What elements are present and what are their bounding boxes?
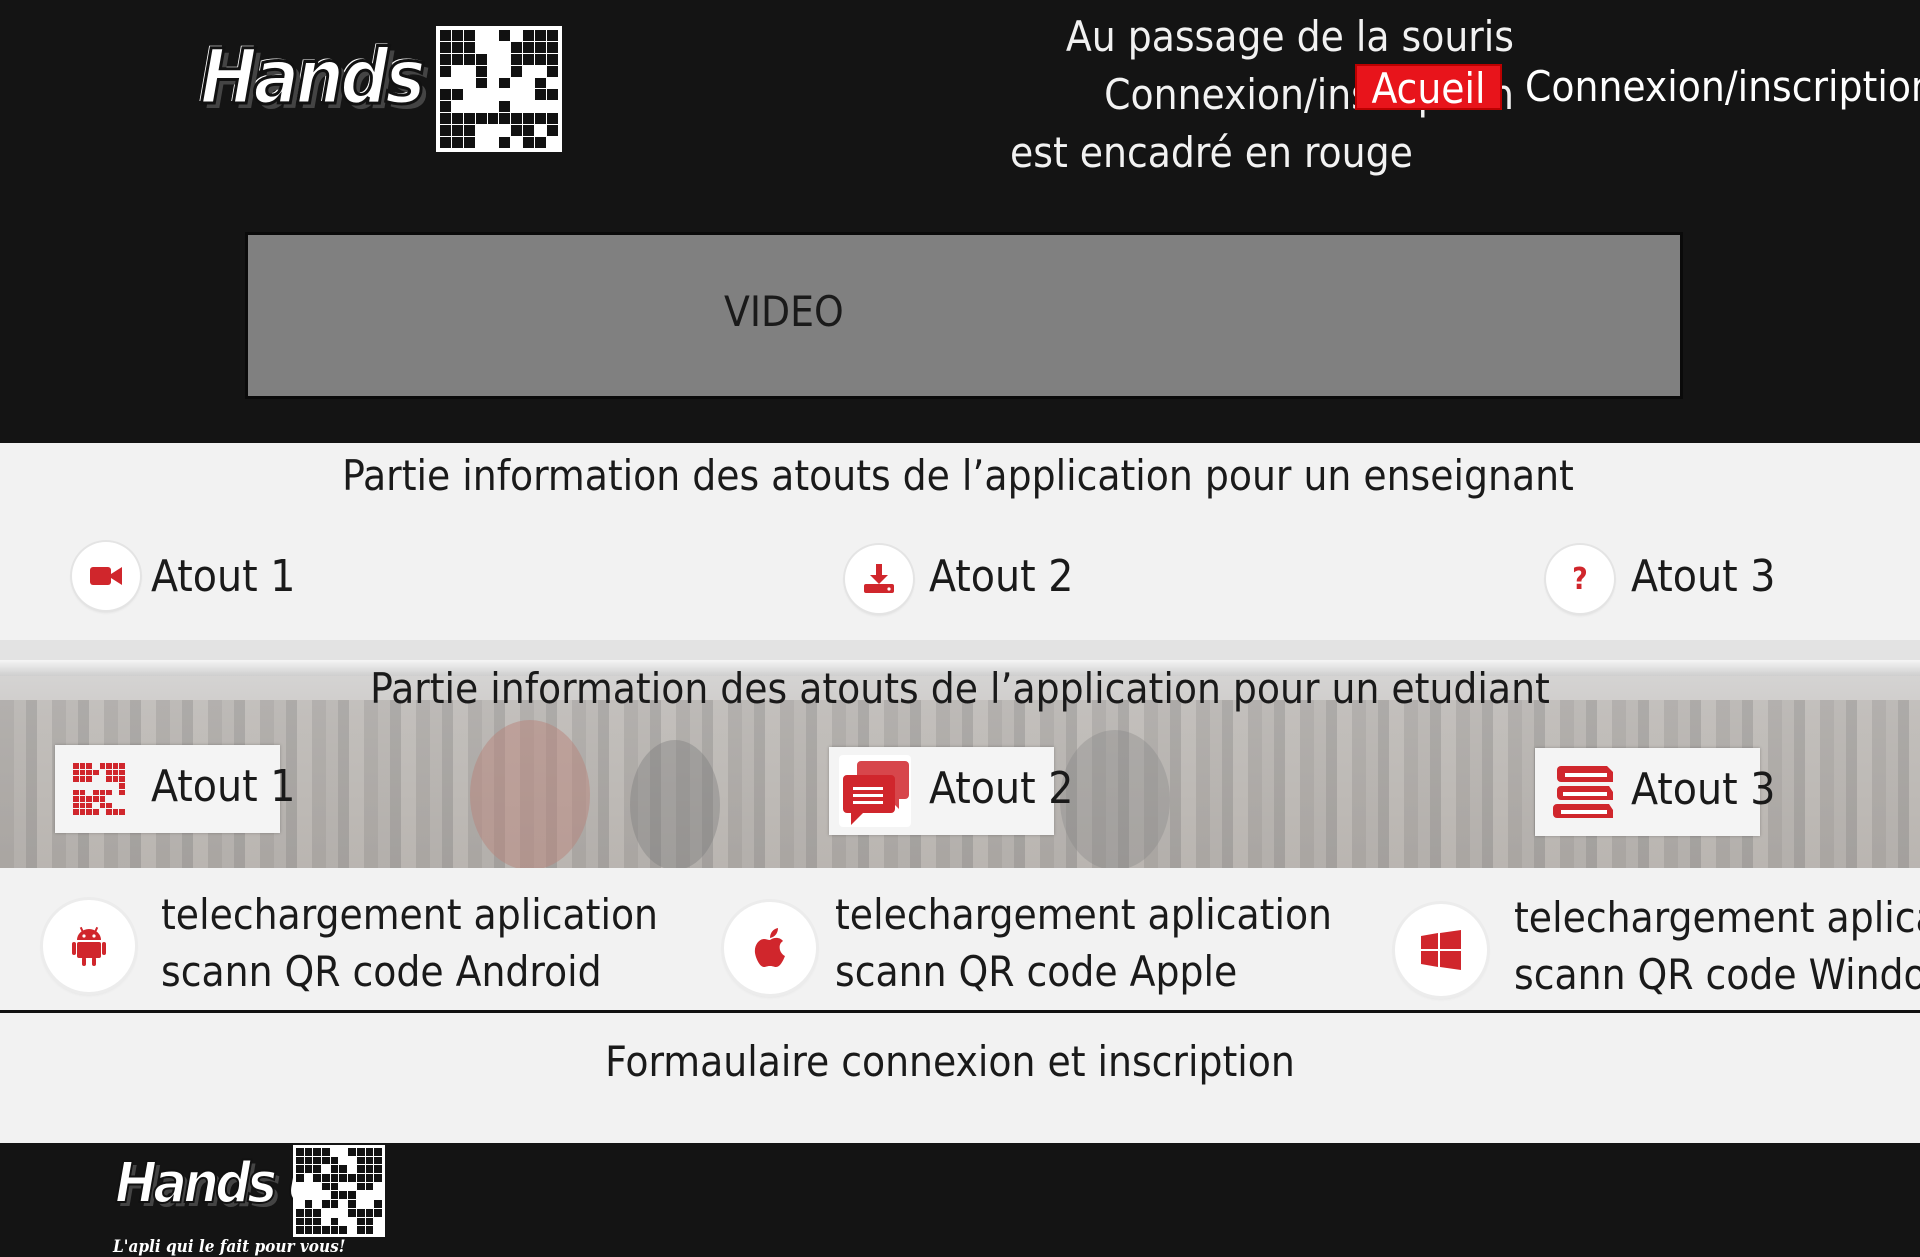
- windows-download-text: telechargement aplication scann QR code …: [1514, 889, 1920, 1003]
- teacher-item-2-badge: [845, 545, 913, 613]
- student-item-2-card: Atout 2: [829, 747, 1073, 835]
- windows-download-line1: telechargement aplication: [1514, 893, 1920, 942]
- mouse-hover-note-line2: est encadré en rouge: [1010, 128, 1413, 177]
- teacher-section-title: Partie information des atouts de l’appli…: [342, 451, 1574, 500]
- nav-home-button[interactable]: Acueil: [1355, 64, 1502, 112]
- teacher-item-3-badge: ?: [1546, 545, 1614, 613]
- logo-qr-code: [436, 26, 562, 152]
- chat-bubbles-icon: [839, 755, 911, 827]
- apple-icon: [754, 928, 785, 967]
- apple-download-text: telechargement aplication scann QR code …: [835, 886, 1332, 1000]
- student-item-2-label: Atout 2: [929, 763, 1074, 814]
- video-label: VIDEO: [724, 287, 844, 336]
- student-section: Partie information des atouts de l’appli…: [0, 640, 1920, 868]
- teacher-section: Partie information des atouts de l’appli…: [0, 443, 1920, 640]
- nav-login-link[interactable]: Connexion/inscription: [1525, 58, 1920, 116]
- android-download-line1: telechargement aplication: [161, 890, 659, 939]
- footer-logo[interactable]: Hands Up: [113, 1145, 393, 1237]
- student-item-1-card: Atout 1: [55, 745, 295, 833]
- download-icon: [864, 564, 894, 593]
- footer-logo-qr-code: [293, 1145, 385, 1237]
- qr-code-icon: [71, 761, 127, 817]
- apple-download-line2: scann QR code Apple: [835, 947, 1238, 996]
- apple-download-line1: telechargement aplication: [835, 890, 1333, 939]
- windows-download-line2: scann QR code Windows: [1514, 950, 1920, 999]
- android-icon: [72, 926, 106, 966]
- question-icon: ?: [1572, 561, 1588, 597]
- header-logo[interactable]: Hands Up: [196, 26, 562, 154]
- teacher-item-1-badge: [72, 542, 140, 610]
- video-placeholder[interactable]: VIDEO: [245, 232, 1683, 399]
- login-signup-form-section[interactable]: Formaulaire connexion et inscription: [0, 1010, 1920, 1140]
- android-download-text: telechargement aplication scann QR code …: [161, 886, 658, 1000]
- apple-download-badge[interactable]: [724, 902, 816, 994]
- footer: Hands Up L'apli qui le fait pour vous!: [0, 1140, 1920, 1257]
- android-download-badge[interactable]: [43, 900, 135, 992]
- footer-tagline: L'apli qui le fait pour vous!: [113, 1237, 346, 1257]
- books-icon: [1553, 766, 1613, 818]
- student-item-3-card: Atout 3: [1535, 748, 1775, 836]
- form-title: Formaulaire connexion et inscription: [605, 1037, 1295, 1086]
- student-item-1-label: Atout 1: [151, 761, 296, 812]
- header: Hands Up Au passage de la souris Connexi…: [0, 0, 1920, 443]
- android-download-line2: scann QR code Android: [161, 947, 602, 996]
- video-camera-icon: [90, 567, 122, 585]
- windows-download-badge[interactable]: [1395, 904, 1487, 996]
- teacher-item-3-label: Atout 3: [1631, 551, 1776, 602]
- teacher-item-2-label: Atout 2: [929, 551, 1074, 602]
- downloads-section: telechargement aplication scann QR code …: [0, 868, 1920, 1010]
- teacher-item-1-label: Atout 1: [151, 551, 296, 602]
- student-section-title: Partie information des atouts de l’appli…: [370, 664, 1550, 713]
- student-item-3-label: Atout 3: [1631, 764, 1776, 815]
- windows-icon: [1421, 930, 1461, 970]
